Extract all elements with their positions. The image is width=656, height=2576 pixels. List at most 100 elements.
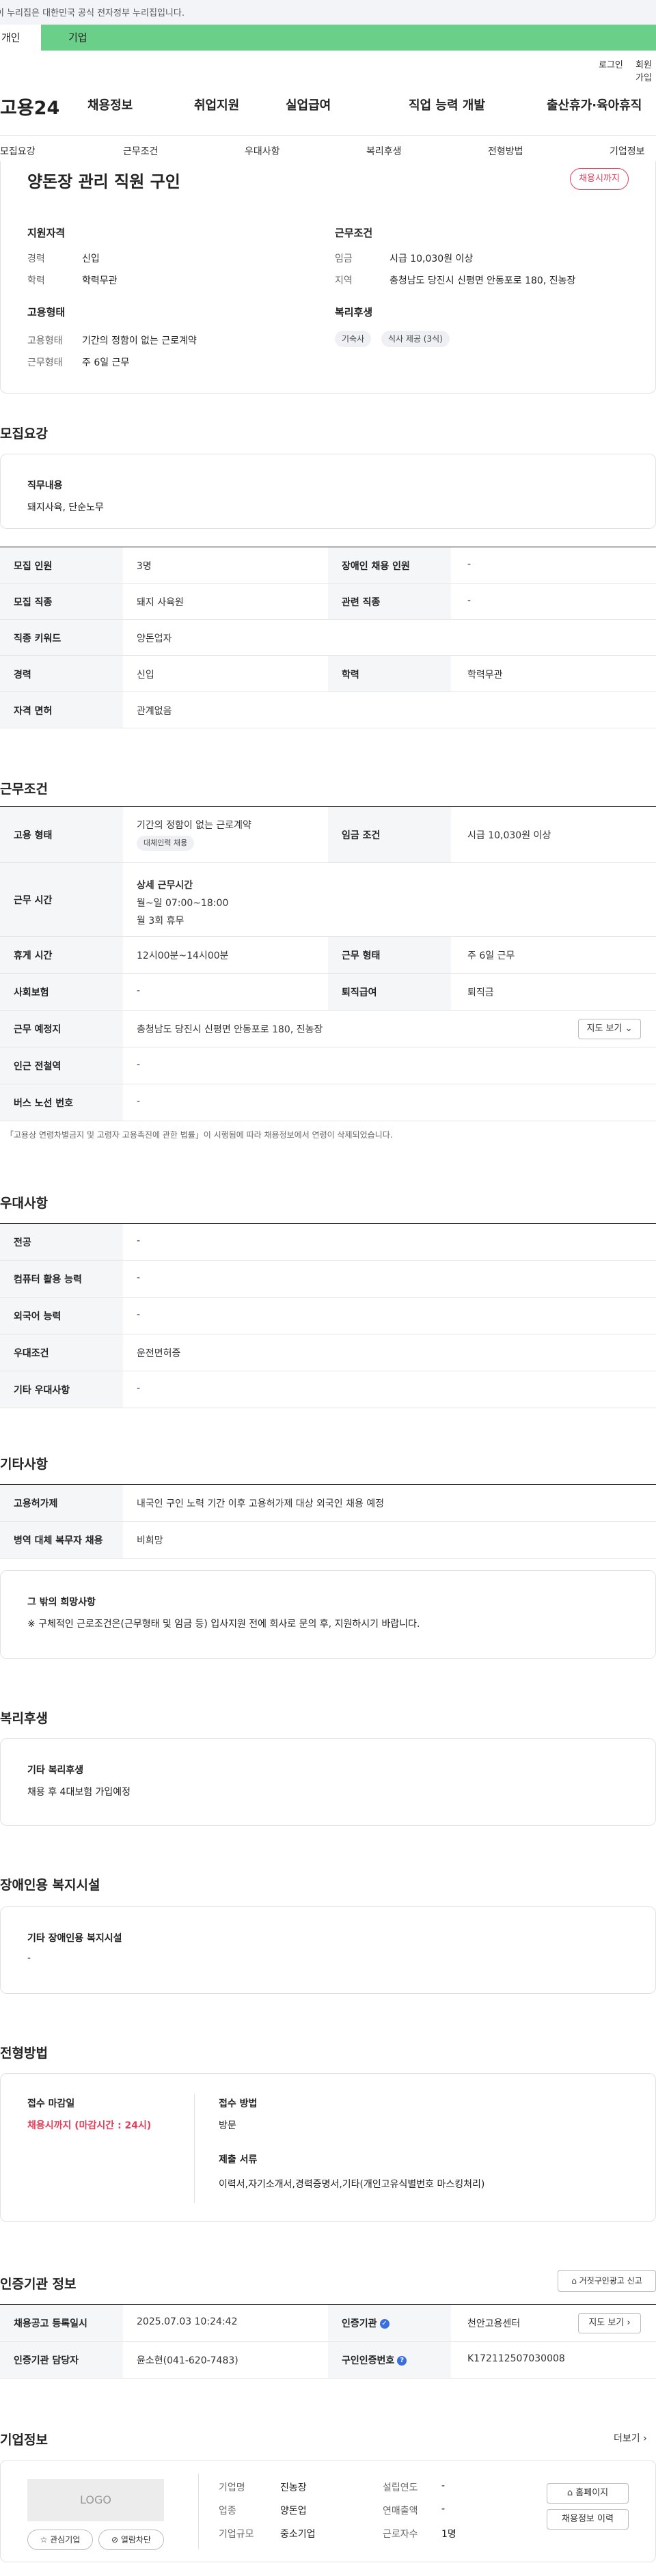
site-logo[interactable]: 고용24 xyxy=(0,93,59,120)
join-link[interactable]: 회원가입 xyxy=(636,57,656,83)
selection-section-title: 전형방법 xyxy=(0,2046,48,2061)
row-value: 신입 xyxy=(137,670,154,681)
block-view-button[interactable]: ⊘ 열람차단 xyxy=(98,2530,164,2550)
row-value: 비희망 xyxy=(137,1535,163,1546)
company-field-value: 1명 xyxy=(441,2529,456,2540)
table-row: 직종 키워드 양돈업자 xyxy=(0,620,656,656)
row-label: 모집 인원 xyxy=(14,561,53,572)
row-value: 기간의 정함이 없는 근로계약 xyxy=(137,820,251,831)
employment-type-heading: 고용형태 xyxy=(27,306,66,318)
block-icon: ⊘ xyxy=(111,2535,119,2545)
gnb-jobs[interactable]: 채용정보 xyxy=(87,96,133,113)
row-label: 인근 전철역 xyxy=(14,1061,62,1072)
row-value: 윤소현(041-620-7483) xyxy=(137,2355,238,2366)
row-value: - xyxy=(137,1235,141,1246)
company-more-label: 더보기 xyxy=(614,2433,640,2444)
question-icon[interactable]: ? xyxy=(397,2356,407,2366)
section-nav-selection[interactable]: 전형방법 xyxy=(488,144,523,158)
row-label: 자격 면허 xyxy=(14,706,53,717)
table-row: 경력 신입 학력 학력무관 xyxy=(0,656,656,692)
report-fake-ad-button[interactable]: ⌂ 거짓구인광고 신고 xyxy=(558,2270,656,2292)
check-badge-icon: ✓ xyxy=(379,2319,390,2329)
cond-value: 시급 10,030원 이상 xyxy=(390,254,474,264)
gnb-vocational-training[interactable]: 직업 능력 개발 xyxy=(409,96,485,113)
gnb-employment-support[interactable]: 취업지원 xyxy=(194,96,239,113)
row-value: K172112507030008 xyxy=(467,2353,565,2364)
tab-personal-label: 개인 xyxy=(1,31,20,44)
row-label: 모집 직종 xyxy=(14,597,53,608)
company-field-value: 양돈업 xyxy=(280,2506,307,2517)
homepage-button[interactable]: ⌂ 홈페이지 xyxy=(547,2483,629,2504)
deadline-value: 채용시까지 (마감시간 : 24시) xyxy=(27,2120,152,2131)
table-row: 모집 인원 3명 장애인 채용 인원 - xyxy=(0,547,656,584)
recruit-section-title: 모집요강 xyxy=(0,426,48,441)
section-nav-preferences[interactable]: 우대사항 xyxy=(245,144,280,158)
tab-business-label: 기업 xyxy=(68,31,87,44)
etc-section-title: 기타사항 xyxy=(0,1457,48,1472)
cond-value: 충청남도 당진시 신평면 안동포로 180, 진농장 xyxy=(390,275,576,286)
row-label: 경력 xyxy=(14,670,31,681)
block-label: 열람차단 xyxy=(120,2535,152,2545)
row-value: 충청남도 당진시 신평면 안동포로 180, 진농장 xyxy=(137,1024,323,1035)
cert-org-label: 인증기관 xyxy=(342,2318,377,2329)
section-nav-welfare[interactable]: 복리후생 xyxy=(366,144,402,158)
cert-table: 채용공고 등록일시 2025.07.03 10:24:42 인증기관 ✓ 천안고용… xyxy=(0,2304,656,2379)
cond-label: 임금 xyxy=(335,254,353,264)
row-label: 채용공고 등록일시 xyxy=(14,2318,87,2329)
favorite-label: 관심기업 xyxy=(50,2535,81,2545)
row-label: 관련 직종 xyxy=(342,597,381,608)
company-more-link[interactable]: 더보기 › xyxy=(614,2431,647,2445)
row-value: 내국인 구인 노력 기간 이후 고용허가제 대상 외국인 채용 예정 xyxy=(137,1498,385,1509)
table-row: 인증기관 담당자 윤소현(041-620-7483) 구인인증번호? K1721… xyxy=(0,2342,656,2379)
section-nav-recruit[interactable]: 모집요강 xyxy=(0,144,36,158)
company-divider xyxy=(198,2474,199,2549)
star-icon: ☆ xyxy=(40,2535,48,2545)
job-history-label: 채용정보 이력 xyxy=(562,2514,614,2524)
gnb-unemployment-benefit[interactable]: 실업급여 xyxy=(286,96,331,113)
row-value: - xyxy=(467,559,472,570)
row-value: - xyxy=(137,1309,141,1320)
row-value: 시급 10,030원 이상 xyxy=(467,830,551,841)
hours-detail-label: 상세 근무시간 xyxy=(137,880,193,891)
row-value: - xyxy=(137,1059,141,1070)
row-value: - xyxy=(137,985,141,996)
work-section-title: 근무조건 xyxy=(0,782,48,797)
row-value: 운전면허증 xyxy=(137,1348,181,1359)
company-field-label: 근로자수 xyxy=(383,2529,418,2540)
company-field-value: - xyxy=(441,2504,446,2515)
qualification-heading: 지원자격 xyxy=(27,227,66,239)
preferences-section-title: 우대사항 xyxy=(0,1196,48,1211)
row-label: 휴게 시간 xyxy=(14,950,53,961)
company-field-value: 중소기업 xyxy=(280,2529,316,2540)
disabled-label: 기타 장애인용 복지시설 xyxy=(27,1933,122,1944)
row-value: 학력무관 xyxy=(467,670,503,681)
job-history-button[interactable]: 채용정보 이력 xyxy=(547,2509,629,2530)
welfare-heading: 복리후생 xyxy=(335,306,373,318)
cert-map-button[interactable]: 지도 보기 › xyxy=(578,2313,641,2333)
age-law-note: 「고용상 연령차별금지 및 고령자 고용촉진에 관한 법률」이 시행됨에 따라 … xyxy=(5,1130,393,1140)
tab-business[interactable]: 기업 xyxy=(68,25,87,51)
etc-table: 고용허가제 내국인 구인 노력 기간 이후 고용허가제 대상 외국인 채용 예정 … xyxy=(0,1484,656,1559)
row-label: 고용허가제 xyxy=(14,1498,58,1509)
favorite-company-button[interactable]: ☆ 관심기업 xyxy=(27,2530,93,2550)
table-row: 고용 형태 기간의 정함이 없는 근로계약 대체인력 채용 임금 조건 시급 1… xyxy=(0,807,656,863)
row-label: 버스 노선 번호 xyxy=(14,1098,74,1109)
row-value: 월 3회 휴무 xyxy=(137,916,184,927)
row-label: 병역 대체 복무자 채용 xyxy=(14,1535,103,1546)
login-link[interactable]: 로그인 xyxy=(599,57,623,70)
house-icon: ⌂ xyxy=(571,2276,577,2286)
gnb-parental-leave[interactable]: 출산휴가·육아휴직 xyxy=(547,96,642,113)
work-table: 고용 형태 기간의 정함이 없는 근로계약 대체인력 채용 임금 조건 시급 1… xyxy=(0,806,656,1121)
welfare-chip: 식사 제공 (3식) xyxy=(381,331,450,347)
row-label: 학력 xyxy=(342,670,359,681)
disabled-section-title: 장애인용 복지시설 xyxy=(0,1878,100,1893)
section-nav-company[interactable]: 기업정보 xyxy=(610,144,645,158)
table-row: 모집 직종 돼지 사육원 관련 직종 - xyxy=(0,584,656,620)
tab-personal[interactable]: 개인 xyxy=(0,25,41,51)
row-value: 2025.07.03 10:24:42 xyxy=(137,2316,238,2327)
table-row: 전공 - xyxy=(0,1224,656,1261)
map-button[interactable]: 지도 보기 ⌄ xyxy=(578,1019,641,1039)
section-nav-conditions[interactable]: 근무조건 xyxy=(123,144,159,158)
row-value: 주 6일 근무 xyxy=(467,950,515,961)
table-row: 채용공고 등록일시 2025.07.03 10:24:42 인증기관 ✓ 천안고용… xyxy=(0,2305,656,2342)
